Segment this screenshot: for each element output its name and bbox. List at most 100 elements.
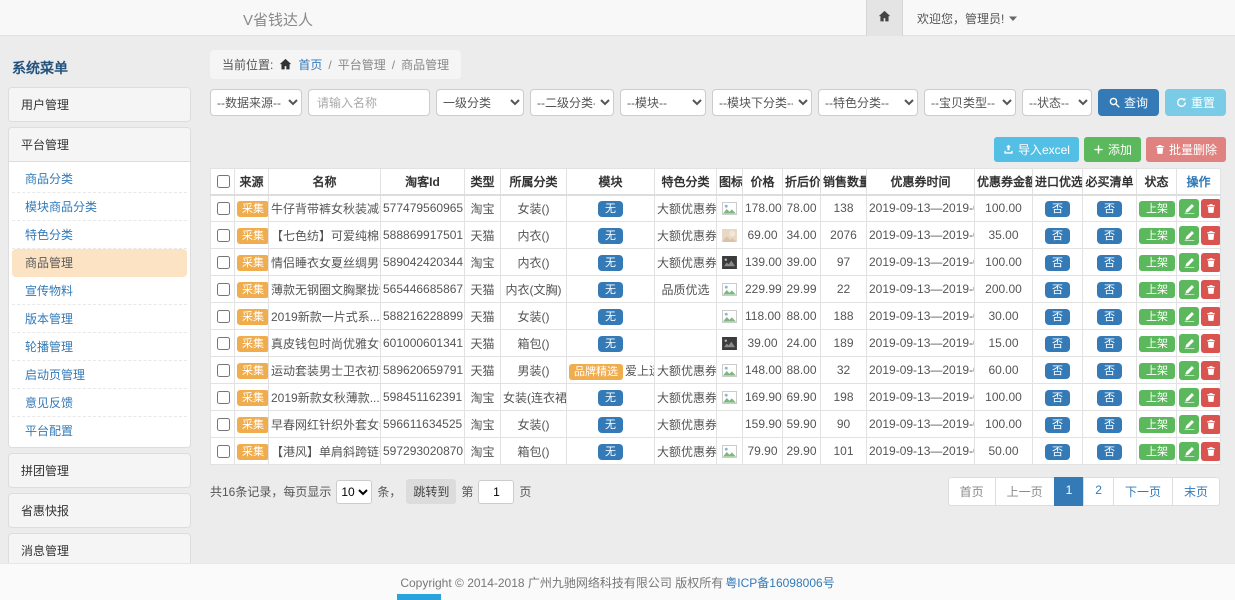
edit-button[interactable] <box>1179 415 1199 434</box>
must-buy-toggle[interactable]: 否 <box>1097 444 1122 460</box>
add-button[interactable]: 添加 <box>1084 137 1141 162</box>
per-page-select[interactable]: 10 <box>336 480 372 504</box>
delete-button[interactable] <box>1201 361 1221 380</box>
status-button[interactable]: 上架 <box>1139 417 1175 433</box>
status-button[interactable]: 上架 <box>1139 201 1175 217</box>
reset-button[interactable]: 重置 <box>1165 89 1226 116</box>
must-buy-toggle[interactable]: 否 <box>1097 255 1122 271</box>
product-image-icon[interactable] <box>722 390 737 404</box>
sidebar-group-heading[interactable]: 用户管理 <box>9 88 190 121</box>
edit-button[interactable] <box>1179 253 1199 272</box>
import-select-toggle[interactable]: 否 <box>1045 282 1070 298</box>
filter-select-6[interactable]: --宝贝类型-- <box>924 89 1016 116</box>
product-image-icon[interactable] <box>722 255 737 269</box>
import-select-toggle[interactable]: 否 <box>1045 417 1070 433</box>
import-excel-button[interactable]: 导入excel <box>994 137 1079 162</box>
import-select-toggle[interactable]: 否 <box>1045 444 1070 460</box>
sidebar-item[interactable]: 启动页管理 <box>12 361 187 389</box>
edit-button[interactable] <box>1179 361 1199 380</box>
must-buy-toggle[interactable]: 否 <box>1097 282 1122 298</box>
page-button-1[interactable]: 1 <box>1054 477 1085 506</box>
page-number-input[interactable] <box>478 480 514 504</box>
sidebar-group-heading[interactable]: 省惠快报 <box>9 494 190 527</box>
sidebar-item[interactable]: 版本管理 <box>12 305 187 333</box>
select-all-checkbox[interactable] <box>217 175 230 188</box>
page-button-上一页[interactable]: 上一页 <box>995 477 1055 506</box>
sidebar-group-heading[interactable]: 消息管理 <box>9 534 190 563</box>
product-image-icon[interactable] <box>722 309 737 323</box>
must-buy-toggle[interactable]: 否 <box>1097 363 1122 379</box>
import-select-toggle[interactable]: 否 <box>1045 255 1070 271</box>
edit-button[interactable] <box>1179 388 1199 407</box>
status-button[interactable]: 上架 <box>1139 444 1175 460</box>
delete-button[interactable] <box>1201 442 1221 461</box>
edit-button[interactable] <box>1179 307 1199 326</box>
sidebar-item[interactable]: 模块商品分类 <box>12 193 187 221</box>
breadcrumb-home-link[interactable]: 首页 <box>298 56 322 73</box>
delete-button[interactable] <box>1201 199 1221 218</box>
filter-select-4[interactable]: --模块下分类-- <box>712 89 812 116</box>
filter-select-7[interactable]: --状态-- <box>1022 89 1092 116</box>
import-select-toggle[interactable]: 否 <box>1045 201 1070 217</box>
sidebar-group-heading[interactable]: 平台管理 <box>9 128 190 161</box>
product-image-icon[interactable] <box>722 363 737 377</box>
status-button[interactable]: 上架 <box>1139 255 1175 271</box>
product-image-icon[interactable] <box>722 336 737 350</box>
must-buy-toggle[interactable]: 否 <box>1097 417 1122 433</box>
name-search-input[interactable] <box>308 89 430 116</box>
status-button[interactable]: 上架 <box>1139 228 1175 244</box>
sidebar-item[interactable]: 商品管理 <box>12 249 187 277</box>
import-select-toggle[interactable]: 否 <box>1045 309 1070 325</box>
delete-button[interactable] <box>1201 280 1221 299</box>
product-image-icon[interactable] <box>722 201 737 215</box>
import-select-toggle[interactable]: 否 <box>1045 228 1070 244</box>
page-button-下一页[interactable]: 下一页 <box>1113 477 1173 506</box>
edit-button[interactable] <box>1179 199 1199 218</box>
row-checkbox[interactable] <box>217 310 230 323</box>
filter-select-3[interactable]: --模块-- <box>620 89 706 116</box>
row-checkbox[interactable] <box>217 391 230 404</box>
status-button[interactable]: 上架 <box>1139 336 1175 352</box>
filter-select-2[interactable]: --二级分类-- <box>530 89 614 116</box>
sidebar-item[interactable]: 商品分类 <box>12 165 187 193</box>
row-checkbox[interactable] <box>217 202 230 215</box>
row-checkbox[interactable] <box>217 256 230 269</box>
sidebar-item[interactable]: 平台配置 <box>12 417 187 444</box>
icp-link[interactable]: 粤ICP备16098006号 <box>725 574 834 591</box>
user-menu[interactable]: 欢迎您，管理员! <box>917 10 1017 27</box>
delete-button[interactable] <box>1201 226 1221 245</box>
sidebar-item[interactable]: 意见反馈 <box>12 389 187 417</box>
product-image-icon[interactable] <box>722 228 737 242</box>
must-buy-toggle[interactable]: 否 <box>1097 309 1122 325</box>
query-button[interactable]: 查询 <box>1098 89 1159 116</box>
page-button-末页[interactable]: 末页 <box>1172 477 1220 506</box>
status-button[interactable]: 上架 <box>1139 390 1175 406</box>
filter-select-5[interactable]: --特色分类-- <box>818 89 918 116</box>
must-buy-toggle[interactable]: 否 <box>1097 336 1122 352</box>
sidebar-item[interactable]: 特色分类 <box>12 221 187 249</box>
delete-button[interactable] <box>1201 307 1221 326</box>
page-button-2[interactable]: 2 <box>1083 477 1114 506</box>
edit-button[interactable] <box>1179 280 1199 299</box>
status-button[interactable]: 上架 <box>1139 282 1175 298</box>
product-image-icon[interactable] <box>722 282 737 296</box>
jump-button[interactable]: 跳转到 <box>406 479 456 504</box>
import-select-toggle[interactable]: 否 <box>1045 336 1070 352</box>
filter-select-0[interactable]: --数据来源-- <box>210 89 302 116</box>
sidebar-item[interactable]: 宣传物料 <box>12 277 187 305</box>
edit-button[interactable] <box>1179 334 1199 353</box>
delete-button[interactable] <box>1201 253 1221 272</box>
row-checkbox[interactable] <box>217 445 230 458</box>
delete-button[interactable] <box>1201 415 1221 434</box>
import-select-toggle[interactable]: 否 <box>1045 390 1070 406</box>
row-checkbox[interactable] <box>217 418 230 431</box>
page-button-首页[interactable]: 首页 <box>948 477 996 506</box>
sidebar-group-heading[interactable]: 拼团管理 <box>9 454 190 487</box>
sidebar-item[interactable]: 轮播管理 <box>12 333 187 361</box>
row-checkbox[interactable] <box>217 283 230 296</box>
import-select-toggle[interactable]: 否 <box>1045 363 1070 379</box>
row-checkbox[interactable] <box>217 337 230 350</box>
home-button[interactable] <box>866 0 903 36</box>
batch-delete-button[interactable]: 批量删除 <box>1146 137 1226 162</box>
filter-select-1[interactable]: 一级分类 <box>436 89 524 116</box>
